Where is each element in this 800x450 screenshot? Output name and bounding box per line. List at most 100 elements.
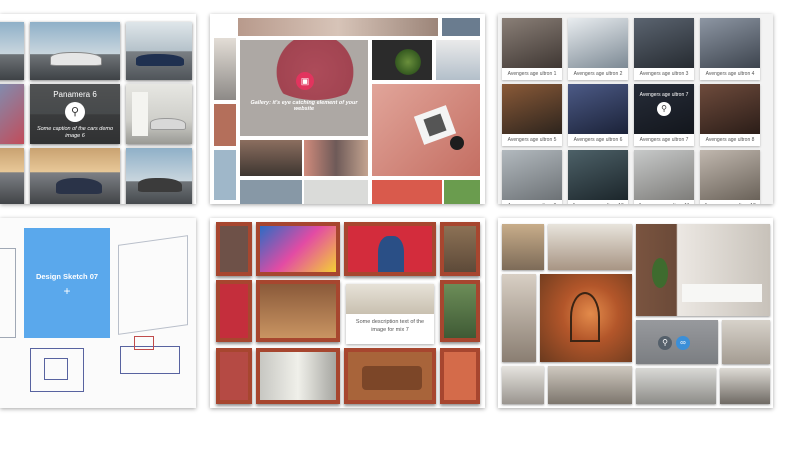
cars-thumb-4[interactable] bbox=[0, 84, 24, 144]
mix-tile-4[interactable] bbox=[440, 222, 480, 276]
avengers-image bbox=[568, 84, 628, 134]
image-icon[interactable]: ▣ bbox=[296, 72, 314, 90]
magnifier-icon[interactable]: ⚲ bbox=[657, 102, 671, 116]
avengers-caption: Avengers age ultron 8 bbox=[700, 134, 760, 146]
mix-tile-5[interactable] bbox=[216, 280, 252, 342]
mix-tile-7[interactable] bbox=[440, 280, 480, 342]
gallery-top-right[interactable] bbox=[442, 18, 480, 36]
cars-thumb-2[interactable] bbox=[30, 22, 120, 80]
cars-thumb-5[interactable]: Panamera 6 ⚲ Some caption of the cars de… bbox=[30, 84, 120, 144]
avengers-caption: Avengers age ultron 12 bbox=[700, 200, 760, 204]
gallery-left-col-3[interactable] bbox=[214, 150, 236, 200]
sketch-drawing-stairs bbox=[118, 235, 188, 335]
mix-tile-9[interactable] bbox=[256, 348, 340, 404]
magnifier-icon[interactable]: ⚲ bbox=[65, 102, 85, 122]
gallery-tile-sport[interactable] bbox=[436, 40, 480, 80]
avengers-image bbox=[502, 150, 562, 200]
gallery-tile-people[interactable] bbox=[304, 140, 368, 176]
avengers-tile[interactable]: Avengers age ultron 1 bbox=[502, 18, 562, 80]
gallery-tile-food[interactable] bbox=[372, 40, 432, 80]
interior-tile-8[interactable] bbox=[502, 366, 544, 404]
interior-tile-3[interactable] bbox=[636, 224, 770, 316]
gallery-left-col-1[interactable] bbox=[214, 38, 236, 100]
avengers-image bbox=[700, 150, 760, 200]
gallery-bottom-2[interactable] bbox=[304, 180, 368, 204]
avengers-tile[interactable]: Avengers age ultron 5 bbox=[502, 84, 562, 146]
avengers-tile[interactable]: Avengers age ultron 9 bbox=[502, 150, 562, 204]
mix-description-text: Some description text of the image for m… bbox=[355, 319, 425, 333]
panel-interior-gallery: ⚲ ∞ bbox=[498, 218, 773, 408]
plus-icon[interactable]: + bbox=[24, 284, 110, 298]
avengers-caption: Avengers age ultron 3 bbox=[634, 68, 694, 80]
gallery-left-col-2[interactable] bbox=[214, 104, 236, 146]
panel-gallery-mosaic: ▣ Gallery: it's eye catching element of … bbox=[210, 14, 485, 204]
cars-thumb-1[interactable] bbox=[0, 22, 24, 80]
avengers-tile[interactable]: Avengers age ultron 7 Avengers age ultron… bbox=[634, 84, 694, 146]
panel-mix-framed: Some description text of the image for m… bbox=[210, 218, 485, 408]
avengers-caption: Avengers age ultron 2 bbox=[568, 68, 628, 80]
interior-tile-10[interactable] bbox=[636, 368, 716, 404]
interior-tile-9[interactable] bbox=[548, 366, 632, 404]
interior-tile-6[interactable]: ⚲ ∞ bbox=[636, 320, 718, 364]
panel-design-sketch: Design Sketch 07 + bbox=[0, 218, 196, 408]
avengers-overlay-title: Avengers age ultron 7 bbox=[639, 92, 689, 98]
mix-tile-6[interactable] bbox=[256, 280, 340, 342]
interior-tile-7[interactable] bbox=[722, 320, 770, 364]
avengers-caption: Avengers age ultron 11 bbox=[634, 200, 694, 204]
sketch-floorplan-2 bbox=[44, 358, 68, 380]
gallery-featured-tile[interactable]: ▣ Gallery: it's eye catching element of … bbox=[240, 40, 368, 136]
sketch-feature-card[interactable]: Design Sketch 07 + bbox=[24, 228, 110, 338]
cars-thumb-7[interactable] bbox=[0, 148, 24, 204]
link-icon[interactable]: ∞ bbox=[676, 336, 690, 350]
mix-tile-2[interactable] bbox=[256, 222, 340, 276]
avengers-caption: Avengers age ultron 6 bbox=[568, 134, 628, 146]
mix-tile-8[interactable] bbox=[216, 348, 252, 404]
avengers-tile[interactable]: Avengers age ultron 8 bbox=[700, 84, 760, 146]
avengers-caption: Avengers age ultron 4 bbox=[700, 68, 760, 80]
cars-thumb-3[interactable] bbox=[126, 22, 192, 80]
avengers-tile[interactable]: Avengers age ultron 11 bbox=[634, 150, 694, 204]
avengers-caption: Avengers age ultron 7 bbox=[634, 134, 694, 146]
gallery-top-strip[interactable] bbox=[238, 18, 438, 36]
mix-tile-10[interactable] bbox=[344, 348, 436, 404]
interior-tile-5[interactable] bbox=[540, 274, 632, 362]
mix-tile-1[interactable] bbox=[216, 222, 252, 276]
panel-cars-gallery: Panamera 6 ⚲ Some caption of the cars de… bbox=[0, 14, 196, 204]
interior-tile-2[interactable] bbox=[548, 224, 632, 270]
sketch-card-title: Design Sketch 07 bbox=[35, 272, 99, 281]
gallery-showcase: Panamera 6 ⚲ Some caption of the cars de… bbox=[0, 0, 800, 450]
gallery-tile-knit[interactable] bbox=[372, 84, 480, 176]
avengers-tile[interactable]: Avengers age ultron 10 bbox=[568, 150, 628, 204]
gallery-bottom-1[interactable] bbox=[240, 180, 302, 204]
avengers-tile[interactable]: Avengers age ultron 3 bbox=[634, 18, 694, 80]
mix-tile-11[interactable] bbox=[440, 348, 480, 404]
cars-overlay-title: Panamera 6 bbox=[53, 90, 97, 99]
mix-description-card[interactable]: Some description text of the image for m… bbox=[346, 284, 434, 344]
interior-tile-1[interactable] bbox=[502, 224, 544, 270]
sketch-floorplan-4 bbox=[134, 336, 154, 350]
avengers-image bbox=[634, 18, 694, 68]
avengers-tile[interactable]: Avengers age ultron 4 bbox=[700, 18, 760, 80]
avengers-tile[interactable]: Avengers age ultron 12 bbox=[700, 150, 760, 204]
gallery-tile-boats[interactable] bbox=[240, 140, 302, 176]
panel-avengers-grid: Avengers age ultron 1 Avengers age ultron… bbox=[498, 14, 773, 204]
avengers-hover-overlay[interactable]: Avengers age ultron 7 ⚲ bbox=[634, 84, 694, 134]
gallery-bottom-3[interactable] bbox=[372, 180, 442, 204]
sketch-drawing-left bbox=[0, 248, 16, 338]
interior-tile-11[interactable] bbox=[720, 368, 770, 404]
search-icon[interactable]: ⚲ bbox=[658, 336, 672, 350]
cars-thumb-6[interactable] bbox=[126, 84, 192, 144]
cars-hover-overlay[interactable]: Panamera 6 ⚲ Some caption of the cars de… bbox=[30, 84, 120, 144]
avengers-tile[interactable]: Avengers age ultron 2 bbox=[568, 18, 628, 80]
avengers-image bbox=[502, 18, 562, 68]
cars-thumb-8[interactable] bbox=[30, 148, 120, 204]
gallery-bottom-4[interactable] bbox=[444, 180, 480, 204]
avengers-caption: Avengers age ultron 1 bbox=[502, 68, 562, 80]
avengers-image bbox=[568, 150, 628, 200]
cars-thumb-9[interactable] bbox=[126, 148, 192, 204]
avengers-tile[interactable]: Avengers age ultron 6 bbox=[568, 84, 628, 146]
mix-tile-3[interactable] bbox=[344, 222, 436, 276]
avengers-caption: Avengers age ultron 9 bbox=[502, 200, 562, 204]
gallery-featured-caption: Gallery: it's eye catching element of yo… bbox=[250, 100, 358, 112]
interior-tile-4[interactable] bbox=[502, 274, 536, 362]
